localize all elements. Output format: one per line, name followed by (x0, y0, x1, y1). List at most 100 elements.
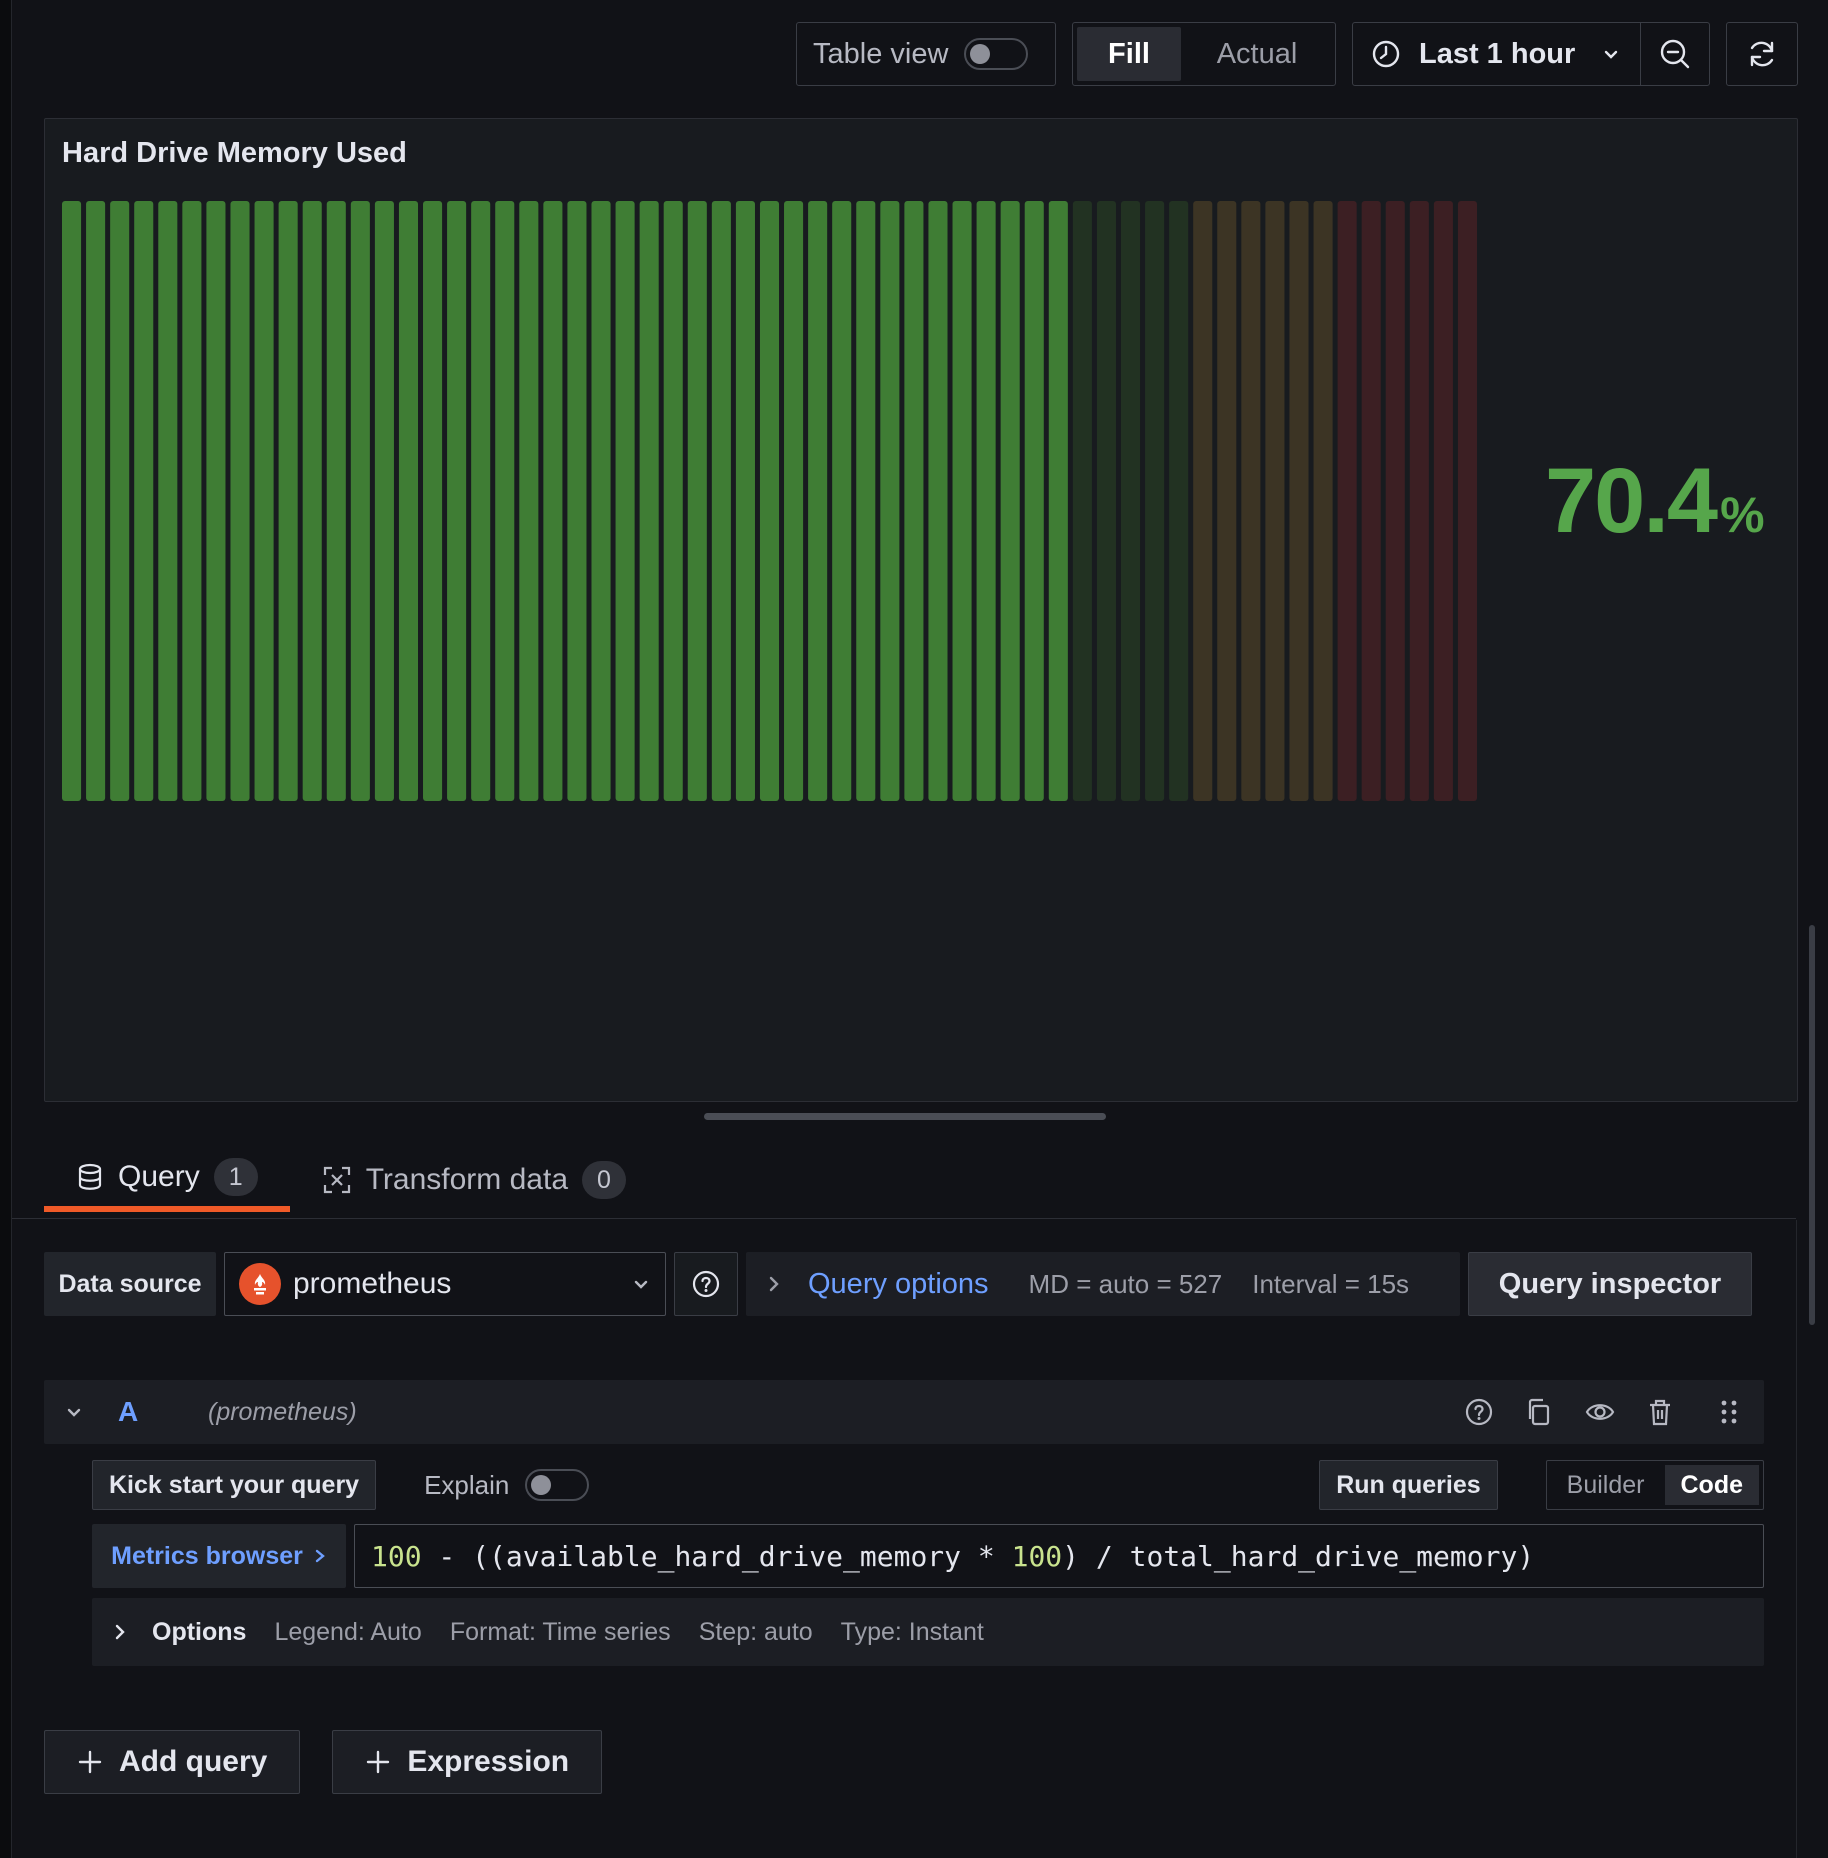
chevron-down-icon (634, 1280, 648, 1289)
editor-tabs: Query 1 Transform data 0 (44, 1148, 658, 1218)
zoom-out-icon (1660, 39, 1690, 69)
query-row-actions (1464, 1397, 1744, 1427)
time-picker[interactable]: Last 1 hour (1352, 22, 1710, 86)
query-options-row[interactable]: Options Legend: Auto Format: Time series… (92, 1598, 1764, 1666)
resize-handle[interactable] (704, 1113, 1106, 1120)
gauge-segment (471, 201, 491, 801)
add-query-button[interactable]: Add query (44, 1730, 301, 1794)
gauge-value-number: 70.4 (1545, 450, 1718, 552)
gauge-segment (615, 201, 635, 801)
gauge-segment (302, 201, 322, 801)
drag-handle-icon[interactable] (1714, 1397, 1744, 1427)
tab-query[interactable]: Query 1 (44, 1148, 290, 1212)
table-view-toggle-group[interactable]: Table view (796, 22, 1056, 86)
right-rail (1796, 1220, 1797, 1858)
switch-knob (970, 44, 991, 64)
legend-option: Legend: Auto (274, 1617, 422, 1646)
gauge-segment (495, 201, 515, 801)
gauge-segment (1385, 201, 1405, 801)
gauge-segment (423, 201, 443, 801)
builder-mode-button[interactable]: Builder (1551, 1465, 1661, 1505)
gauge-segment (976, 201, 996, 801)
explain-switch[interactable] (525, 1469, 590, 1501)
gauge-segment (1313, 201, 1333, 801)
gauge-segment (398, 201, 419, 801)
chevron-right-icon (769, 1276, 779, 1292)
add-expression-button[interactable]: Expression (332, 1730, 603, 1794)
gauge-segment (1361, 201, 1381, 801)
gauge-segment (880, 201, 900, 801)
panel-title: Hard Drive Memory Used (62, 137, 407, 169)
gauge-segment (1024, 201, 1044, 801)
gauge-segment (374, 201, 394, 801)
gauge-segment (1217, 201, 1237, 801)
promql-editor[interactable]: 100 - ((available_hard_drive_memory * 10… (354, 1524, 1764, 1588)
table-view-switch[interactable] (964, 38, 1029, 70)
gauge-segment (663, 201, 683, 801)
gauge-segment (591, 201, 611, 801)
refresh-icon (1750, 41, 1774, 67)
gauge-segment (1265, 201, 1285, 801)
add-query-label: Add query (119, 1745, 268, 1778)
type-option: Type: Instant (840, 1617, 984, 1646)
trash-icon[interactable] (1646, 1397, 1674, 1427)
fill-button[interactable]: Fill (1077, 27, 1181, 81)
add-actions: Add query Expression (44, 1730, 603, 1794)
gauge-segment (86, 201, 106, 801)
datasource-name: prometheus (293, 1267, 452, 1300)
actual-button[interactable]: Actual (1185, 27, 1329, 81)
zoom-out-button[interactable] (1641, 23, 1709, 85)
metrics-browser-button[interactable]: Metrics browser (92, 1524, 346, 1588)
collapse-chevron-icon[interactable] (64, 1402, 84, 1422)
query-inspector-button[interactable]: Query inspector (1468, 1252, 1752, 1316)
code-mode-button[interactable]: Code (1664, 1465, 1759, 1505)
gauge-segment (759, 201, 780, 801)
metrics-browser-label: Metrics browser (111, 1541, 303, 1570)
explain-toggle-group: Explain (424, 1469, 590, 1501)
gauge-segment (519, 201, 539, 801)
run-queries-button[interactable]: Run queries (1319, 1460, 1498, 1510)
gauge-segment (952, 201, 972, 801)
gauge-segment (1193, 201, 1213, 801)
chevron-down-icon (1605, 50, 1618, 59)
query-row-header: A (prometheus) (44, 1380, 1764, 1444)
gauge-segment (230, 201, 250, 801)
query-options-toggle[interactable]: Query options MD = auto = 527 Interval =… (746, 1252, 1460, 1316)
database-icon (78, 1163, 102, 1190)
expr-number: 100 (371, 1539, 422, 1573)
gauge-segment (278, 201, 298, 801)
gauge-segment (639, 201, 659, 801)
duplicate-icon[interactable] (1524, 1397, 1554, 1427)
plus-icon (78, 1750, 102, 1774)
datasource-picker[interactable]: prometheus (224, 1252, 666, 1316)
gauge-segment (567, 201, 587, 801)
tab-transform-count: 0 (582, 1161, 626, 1199)
datasource-help-button[interactable] (674, 1252, 738, 1316)
gauge-segment (832, 201, 852, 801)
gauge-segment (1433, 201, 1453, 801)
time-range-button[interactable]: Last 1 hour (1353, 23, 1641, 85)
gauge-segment (1145, 201, 1165, 801)
prometheus-logo-icon (239, 1263, 281, 1305)
datasource-row: Data source prometheus Query options MD … (44, 1252, 1752, 1316)
expr-text: ) / total_hard_drive_memory) (1062, 1539, 1535, 1573)
gauge-segment (1409, 201, 1429, 801)
help-icon[interactable] (1464, 1397, 1494, 1427)
query-options-label: Query options (808, 1267, 989, 1300)
fill-actual-segmented[interactable]: Fill Actual (1072, 22, 1336, 86)
options-label: Options (152, 1617, 247, 1646)
refresh-button[interactable] (1726, 22, 1798, 86)
eye-icon[interactable] (1584, 1397, 1616, 1427)
tab-query-count: 1 (213, 1158, 258, 1196)
format-option: Format: Time series (449, 1617, 671, 1646)
gauge-segment (1337, 201, 1357, 801)
tab-transform[interactable]: Transform data 0 (322, 1148, 658, 1212)
gauge-segment (1457, 201, 1477, 801)
gauge-value-unit: % (1720, 487, 1765, 543)
kick-start-button[interactable]: Kick start your query (92, 1460, 377, 1510)
step-option: Step: auto (698, 1617, 813, 1646)
gauge-segment (447, 201, 467, 801)
gauge-segment (326, 201, 346, 801)
query-ref-id[interactable]: A (118, 1396, 178, 1428)
scrollbar[interactable] (1809, 925, 1815, 1325)
